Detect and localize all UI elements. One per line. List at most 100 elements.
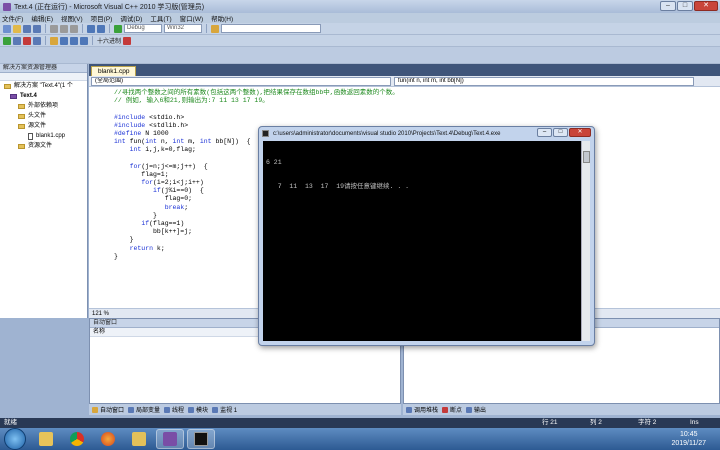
tree-source-files[interactable]: 源文件 — [0, 121, 87, 131]
taskbar-media[interactable] — [125, 429, 153, 449]
taskbar-chrome[interactable] — [63, 429, 91, 449]
tree-project[interactable]: Text.4 — [0, 91, 87, 101]
console-icon — [194, 432, 208, 446]
tab-locals[interactable]: 局部变量 — [128, 405, 160, 414]
menu-edit[interactable]: 编辑(E) — [31, 13, 53, 23]
console-title: c:\users\administrator\documents\visual … — [273, 130, 501, 137]
maximize-button[interactable]: □ — [677, 1, 693, 11]
code-token: //寻找两个整数之间的所有素数(包括这两个整数),把结果保存在数组bb中,函数返… — [114, 89, 399, 96]
step-over-icon[interactable] — [70, 36, 78, 45]
tree-solution[interactable]: 解决方案 "Text.4"(1 个 — [0, 81, 87, 91]
clock[interactable]: 10:45 2019/11/27 — [671, 430, 706, 448]
redo-icon[interactable] — [97, 24, 105, 33]
code-token: n, — [160, 138, 173, 146]
tab-breakpoints[interactable]: 断点 — [442, 405, 462, 414]
menu-tools[interactable]: 工具(T) — [150, 13, 171, 23]
code-token: if — [153, 187, 161, 195]
tree-header-files[interactable]: 头文件 — [0, 111, 87, 121]
menu-debug[interactable]: 调试(D) — [120, 13, 142, 23]
console-window-controls: – □ ✕ — [537, 128, 591, 137]
code-token: for — [129, 162, 142, 170]
new-project-icon[interactable] — [3, 24, 11, 33]
tab-blank1-cpp[interactable]: blank1.cpp — [91, 66, 137, 76]
step-into-icon[interactable] — [60, 36, 68, 45]
console-maximize-button[interactable]: □ — [553, 128, 568, 137]
taskbar-firefox[interactable] — [94, 429, 122, 449]
tab-call-stack[interactable]: 调用堆栈 — [406, 405, 438, 414]
modules-icon — [188, 406, 195, 413]
tree-file-blank1[interactable]: blank1.cpp — [0, 131, 87, 141]
copy-icon[interactable] — [60, 24, 68, 33]
visual-studio-icon — [3, 2, 11, 11]
stop-debug-icon[interactable] — [23, 36, 31, 45]
console-close-button[interactable]: ✕ — [569, 128, 591, 137]
scope-dropdown[interactable]: (全局范围) — [91, 76, 391, 86]
status-text: 就绪 — [4, 419, 17, 426]
threads-icon — [164, 406, 171, 413]
tab-output[interactable]: 输出 — [466, 405, 486, 414]
code-token: flag=1; — [114, 170, 169, 178]
undo-icon[interactable] — [87, 24, 95, 33]
tree-external-deps[interactable]: 外部依赖项 — [0, 101, 87, 111]
step-out-icon[interactable] — [80, 36, 88, 45]
break-all-icon[interactable] — [13, 36, 21, 45]
tab-modules[interactable]: 模块 — [188, 405, 208, 414]
paste-icon[interactable] — [70, 24, 78, 33]
locals-icon — [128, 406, 135, 413]
console-line: 7 11 13 17 19请按任意键继续. . . — [266, 183, 410, 190]
restart-icon[interactable] — [33, 36, 41, 45]
menu-project[interactable]: 项目(P) — [91, 13, 113, 23]
debug-toolbar: 十六进制 — [0, 35, 720, 47]
console-window[interactable]: c:\users\administrator\documents\visual … — [258, 126, 595, 346]
code-token: (j%i==0) { — [160, 187, 204, 195]
code-token: i,j,k=0,flag; — [145, 146, 196, 154]
menu-file[interactable]: 文件(F) — [2, 13, 23, 23]
find-combo[interactable] — [221, 24, 321, 33]
menu-help[interactable]: 帮助(H) — [211, 13, 233, 23]
menu-view[interactable]: 视图(V) — [61, 13, 83, 23]
project-icon — [10, 93, 17, 99]
code-token: flag=0; — [114, 195, 193, 203]
save-all-icon[interactable] — [33, 24, 41, 33]
close-button[interactable]: ✕ — [694, 1, 718, 11]
minimize-button[interactable]: – — [660, 1, 676, 11]
document-tabs: blank1.cpp — [89, 64, 720, 76]
console-scrollbar[interactable] — [581, 141, 590, 341]
taskbar-explorer[interactable] — [32, 429, 60, 449]
hex-toggle[interactable]: 十六进制 — [97, 36, 121, 45]
code-token: if — [141, 220, 150, 227]
show-next-statement-icon[interactable] — [50, 36, 58, 45]
code-token: #include — [114, 113, 150, 121]
tab-threads[interactable]: 线程 — [164, 405, 184, 414]
console-scroll-thumb[interactable] — [583, 151, 590, 163]
save-icon[interactable] — [23, 24, 31, 33]
platform-combo[interactable]: Win32 — [164, 24, 202, 33]
clock-time: 10:45 — [679, 431, 698, 438]
continue-icon[interactable] — [114, 24, 122, 33]
console-icon — [262, 130, 269, 137]
folder-icon — [18, 143, 25, 149]
menu-window[interactable]: 窗口(W) — [180, 13, 203, 23]
navigation-bar: (全局范围) fun(int n, int m, int bb[N]) — [89, 76, 720, 87]
taskbar-console[interactable] — [187, 429, 215, 449]
start-button[interactable] — [4, 428, 26, 450]
clock-date: 2019/11/27 — [671, 440, 706, 447]
config-combo[interactable]: Debug — [124, 24, 162, 33]
console-minimize-button[interactable]: – — [537, 128, 552, 137]
find-icon[interactable] — [211, 24, 219, 33]
code-token: <stdlib.h> — [149, 121, 189, 129]
breakpoints-icon[interactable] — [123, 36, 132, 45]
function-dropdown[interactable]: fun(int n, int m, int bb[N]) — [394, 76, 694, 86]
status-char: 字符 2 — [638, 419, 657, 426]
taskbar-visual-studio[interactable] — [156, 429, 184, 449]
tree-resource-files[interactable]: 资源文件 — [0, 141, 87, 151]
toolbar-strip — [0, 47, 720, 64]
cut-icon[interactable] — [50, 24, 58, 33]
tab-watch1[interactable]: 监视 1 — [212, 405, 237, 414]
code-token: int — [172, 138, 189, 146]
continue-icon[interactable] — [3, 36, 11, 45]
tab-autos[interactable]: 自动窗口 — [92, 405, 124, 414]
open-file-icon[interactable] — [13, 24, 21, 33]
code-token: int — [199, 138, 216, 146]
